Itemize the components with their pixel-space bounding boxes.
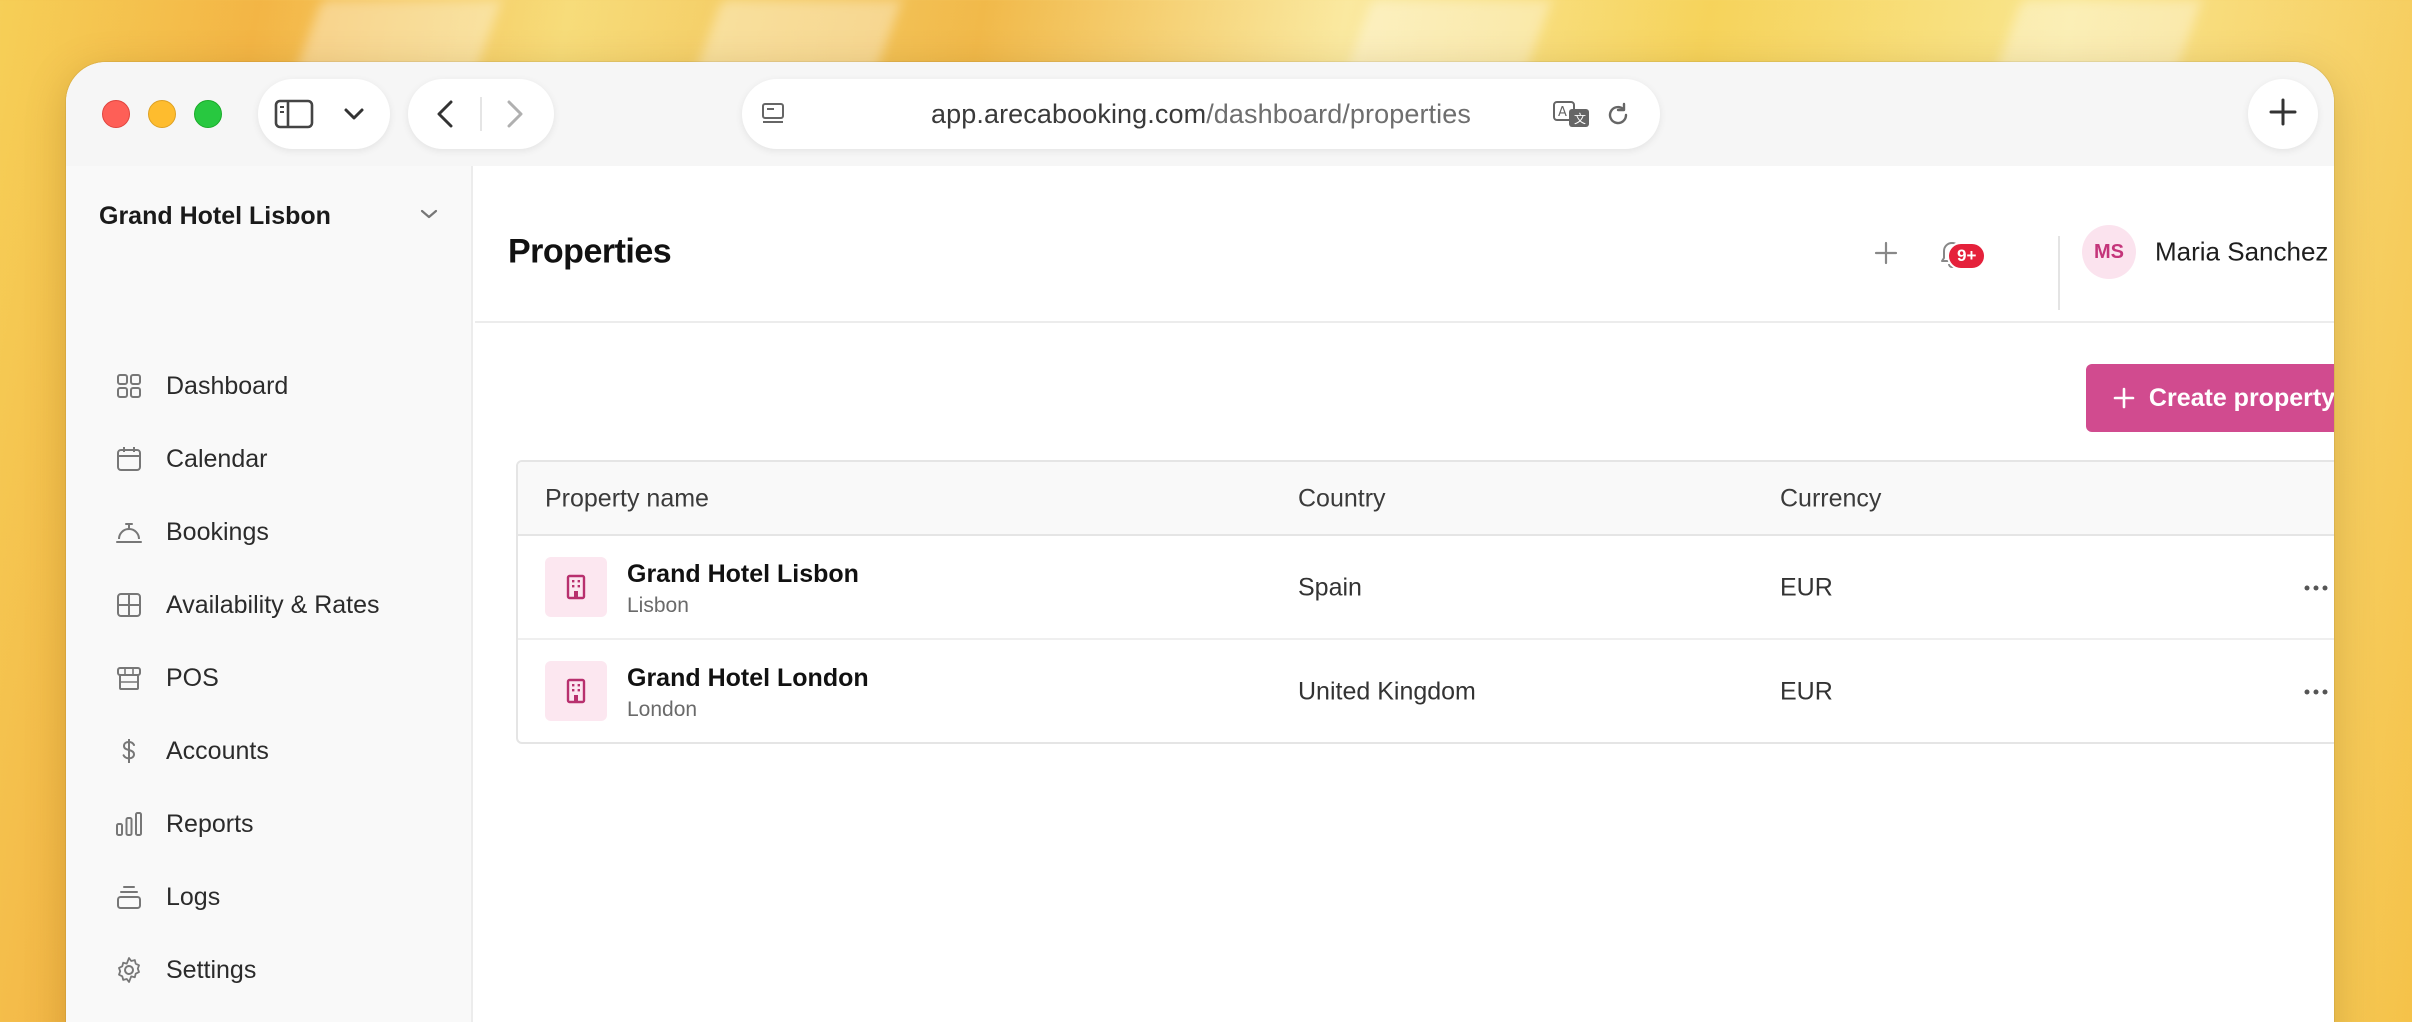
- notification-badge: 9+: [1947, 242, 1987, 270]
- browser-window: app.arecabooking.com/dashboard/propertie…: [66, 62, 2334, 1022]
- sidebar-toggle-group: [258, 79, 390, 149]
- table-header: Property name Country Currency: [518, 462, 2334, 536]
- reload-icon[interactable]: [1604, 101, 1632, 129]
- sidebar-item-label: Calendar: [166, 444, 268, 473]
- sidebar-item-label: POS: [166, 663, 219, 692]
- sidebar-item-availability-rates[interactable]: Availability & Rates: [114, 583, 454, 627]
- user-name[interactable]: Maria Sanchez: [2155, 237, 2328, 268]
- sidebar-item-label: Reports: [166, 809, 254, 838]
- column-header-country: Country: [1298, 484, 1386, 513]
- property-switcher[interactable]: Grand Hotel Lisbon: [99, 196, 439, 236]
- sidebar-item-label: Dashboard: [166, 371, 289, 400]
- bar-chart-icon: [114, 809, 144, 839]
- minimize-window-button[interactable]: [148, 100, 176, 128]
- table-row[interactable]: Grand Hotel Lisbon Lisbon Spain EUR: [518, 536, 2334, 640]
- main-content: Properties 9+ MS Maria Sanchez Create pr…: [475, 166, 2334, 1022]
- sidebar-item-label: Bookings: [166, 517, 269, 546]
- property-currency: EUR: [1780, 573, 1833, 602]
- sidebar-item-settings[interactable]: Settings: [114, 948, 454, 992]
- add-icon[interactable]: [1873, 240, 1899, 266]
- plus-icon: [2268, 97, 2298, 132]
- svg-text:文: 文: [1574, 111, 1586, 126]
- plus-icon: [2113, 387, 2135, 409]
- create-property-button[interactable]: Create property: [2086, 364, 2334, 432]
- new-tab-button[interactable]: [2248, 79, 2318, 149]
- url-text: app.arecabooking.com/dashboard/propertie…: [931, 99, 1471, 130]
- building-icon: [545, 661, 607, 721]
- service-bell-icon: [114, 517, 144, 547]
- sidebar-item-label: Logs: [166, 882, 221, 911]
- sidebar-item-bookings[interactable]: Bookings: [114, 510, 454, 554]
- property-city: Lisbon: [627, 594, 689, 617]
- table-row[interactable]: Grand Hotel London London United Kingdom…: [518, 640, 2334, 742]
- zoom-window-button[interactable]: [194, 100, 222, 128]
- back-arrow-icon[interactable]: [430, 99, 460, 129]
- address-bar[interactable]: app.arecabooking.com/dashboard/propertie…: [742, 79, 1660, 149]
- chevron-down-icon: [419, 207, 439, 225]
- property-city: London: [627, 698, 698, 721]
- url-host: app.arecabooking.com: [931, 98, 1207, 129]
- sidebar-item-logs[interactable]: Logs: [114, 875, 454, 919]
- grid-icon: [114, 371, 144, 401]
- calendar-icon: [114, 444, 144, 474]
- table-icon: [114, 590, 144, 620]
- svg-text:A: A: [1558, 105, 1567, 120]
- avatar[interactable]: MS: [2082, 225, 2136, 279]
- gear-icon: [114, 955, 144, 985]
- page-header: Properties 9+ MS Maria Sanchez: [475, 166, 2334, 323]
- sidebar-icon[interactable]: [274, 99, 314, 129]
- more-options-icon[interactable]: [2304, 689, 2328, 695]
- property-name[interactable]: Grand Hotel Lisbon: [627, 560, 859, 589]
- sidebar-item-pos[interactable]: POS: [114, 656, 454, 700]
- translate-icon[interactable]: A文: [1552, 99, 1592, 129]
- column-header-property-name: Property name: [545, 484, 709, 513]
- app-sidebar: Grand Hotel Lisbon Dashboard Calendar Bo…: [66, 166, 473, 1022]
- browser-toolbar: app.arecabooking.com/dashboard/propertie…: [66, 62, 2334, 166]
- sidebar-item-label: Settings: [166, 955, 257, 984]
- url-path: /dashboard/properties: [1206, 98, 1471, 129]
- sidebar-item-accounts[interactable]: Accounts: [114, 729, 454, 773]
- page-title: Properties: [508, 232, 672, 271]
- chevron-down-icon[interactable]: [342, 103, 366, 125]
- property-country: United Kingdom: [1298, 677, 1476, 706]
- building-icon: [545, 557, 607, 617]
- dollar-icon: [114, 736, 144, 766]
- close-window-button[interactable]: [102, 100, 130, 128]
- header-divider: [2058, 236, 2060, 310]
- sidebar-item-reports[interactable]: Reports: [114, 802, 454, 846]
- property-currency: EUR: [1780, 677, 1833, 706]
- create-property-label: Create property: [2148, 383, 2334, 412]
- property-name[interactable]: Grand Hotel London: [627, 664, 869, 693]
- page-menu-icon[interactable]: [760, 101, 786, 127]
- sidebar-item-dashboard[interactable]: Dashboard: [114, 364, 454, 408]
- properties-table: Property name Country Currency Grand Hot…: [516, 460, 2334, 744]
- column-header-currency: Currency: [1780, 484, 1882, 513]
- navigation-group: [408, 79, 554, 149]
- more-options-icon[interactable]: [2304, 585, 2328, 591]
- layers-icon: [114, 882, 144, 912]
- sidebar-item-calendar[interactable]: Calendar: [114, 437, 454, 481]
- forward-arrow-icon[interactable]: [500, 99, 530, 129]
- org-name: Grand Hotel Lisbon: [99, 201, 331, 230]
- nav-divider: [480, 97, 482, 131]
- store-icon: [114, 663, 144, 693]
- property-country: Spain: [1298, 573, 1362, 602]
- sidebar-item-label: Availability & Rates: [166, 590, 380, 619]
- sidebar-item-label: Accounts: [166, 736, 269, 765]
